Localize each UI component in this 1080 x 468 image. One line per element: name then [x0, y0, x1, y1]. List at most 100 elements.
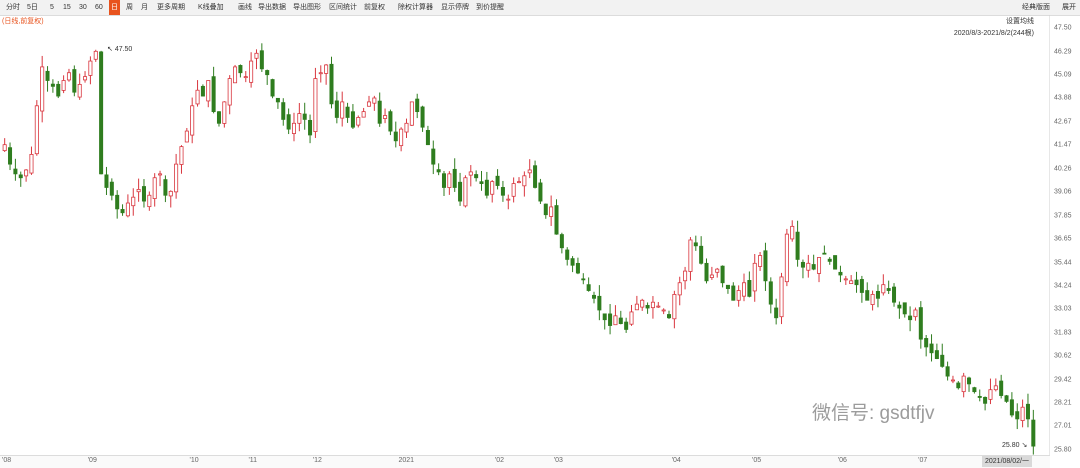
date-tick-label: '08 [2, 457, 12, 464]
candle [511, 177, 516, 203]
candle [163, 175, 168, 203]
candle-down-body [286, 114, 291, 130]
candle [629, 304, 634, 326]
candle [634, 295, 639, 311]
candle-up-body [131, 196, 136, 207]
candle-up-body [184, 130, 189, 143]
candle [83, 71, 88, 83]
price-tick-label: 34.24 [1054, 282, 1072, 290]
candle [431, 140, 436, 175]
candle-up-body [291, 122, 296, 134]
candle-up-body [174, 163, 179, 193]
candle-up-body [752, 262, 757, 292]
candle [447, 171, 452, 195]
date-tick-label: '11 [248, 457, 258, 464]
candle [693, 235, 698, 251]
candle-up-body [340, 101, 345, 119]
candle [586, 277, 591, 292]
candle-down-body [216, 111, 221, 124]
candle-down-body [334, 100, 339, 118]
cursor-date-label: 2021/08/02/一 [982, 456, 1032, 467]
candle-up-body [152, 177, 157, 199]
candle [886, 280, 891, 294]
candle-up-body [511, 183, 516, 197]
candle-up-body [758, 255, 763, 267]
candle [983, 396, 988, 411]
high-price-label: ↖ 47.50 [107, 46, 133, 53]
candle [452, 158, 457, 192]
candle [24, 169, 29, 182]
candle [366, 95, 371, 107]
candle [624, 317, 629, 333]
candle-down-body [945, 366, 950, 377]
candle-up-body [136, 189, 141, 193]
candle [533, 160, 538, 189]
candle [77, 73, 82, 100]
expand-button[interactable]: 展开 [1062, 4, 1076, 11]
candle-down-body [484, 179, 489, 196]
candle [313, 67, 318, 138]
candle-down-body [645, 305, 650, 309]
candle [415, 93, 420, 119]
candle-down-body [115, 194, 120, 210]
candle-down-body [897, 304, 902, 309]
candle [243, 71, 248, 83]
candle [945, 361, 950, 381]
candle-down-body [624, 321, 629, 330]
price-tick-label: 43.88 [1054, 94, 1072, 102]
date-tick-label: '07 [918, 457, 928, 464]
candle [795, 220, 800, 267]
candle-up-body [147, 194, 152, 208]
candle [806, 254, 811, 278]
price-tick-label: 41.47 [1054, 141, 1072, 149]
candle-up-body [516, 181, 522, 184]
candle-up-body [843, 278, 848, 281]
candle [800, 259, 805, 279]
candle [404, 118, 409, 138]
price-tick-label: 37.85 [1054, 212, 1072, 220]
candle [409, 101, 414, 126]
candle [334, 91, 339, 124]
candle [13, 158, 18, 181]
candle-up-body [372, 97, 377, 104]
candle-down-body [827, 258, 832, 262]
candle-up-body [650, 301, 655, 309]
candle [388, 109, 393, 136]
candle [667, 310, 672, 319]
candle [345, 102, 350, 123]
candle [972, 386, 977, 394]
candle-down-body [559, 234, 564, 249]
candle [597, 285, 602, 321]
candle [656, 301, 661, 308]
candle-down-body [533, 165, 538, 188]
candlestick-chart[interactable] [0, 0, 1050, 455]
candle [270, 78, 275, 99]
candle [543, 203, 548, 219]
candle-up-body [40, 66, 45, 112]
candle-down-body [45, 70, 50, 81]
candle-down-body [388, 111, 393, 132]
candle [136, 178, 141, 202]
candle [516, 177, 522, 184]
candle [865, 282, 870, 301]
price-tick-label: 28.21 [1054, 399, 1072, 407]
candle-up-body [190, 105, 195, 136]
candle-down-body [8, 147, 13, 165]
candle [875, 284, 880, 308]
candle [297, 102, 302, 132]
candle [200, 84, 205, 97]
date-tick-label: '09 [87, 457, 97, 464]
candle [608, 304, 613, 335]
price-tick-label: 29.42 [1054, 376, 1072, 384]
candle [227, 75, 232, 115]
date-tick-label: 2021 [398, 457, 415, 464]
candle [715, 267, 720, 278]
candle-down-body [977, 395, 982, 398]
candle [704, 258, 709, 284]
candle [291, 112, 296, 142]
candle [441, 171, 447, 197]
candle [340, 91, 345, 127]
candle [66, 68, 71, 82]
candle-down-body [908, 315, 913, 321]
candle [393, 121, 398, 148]
